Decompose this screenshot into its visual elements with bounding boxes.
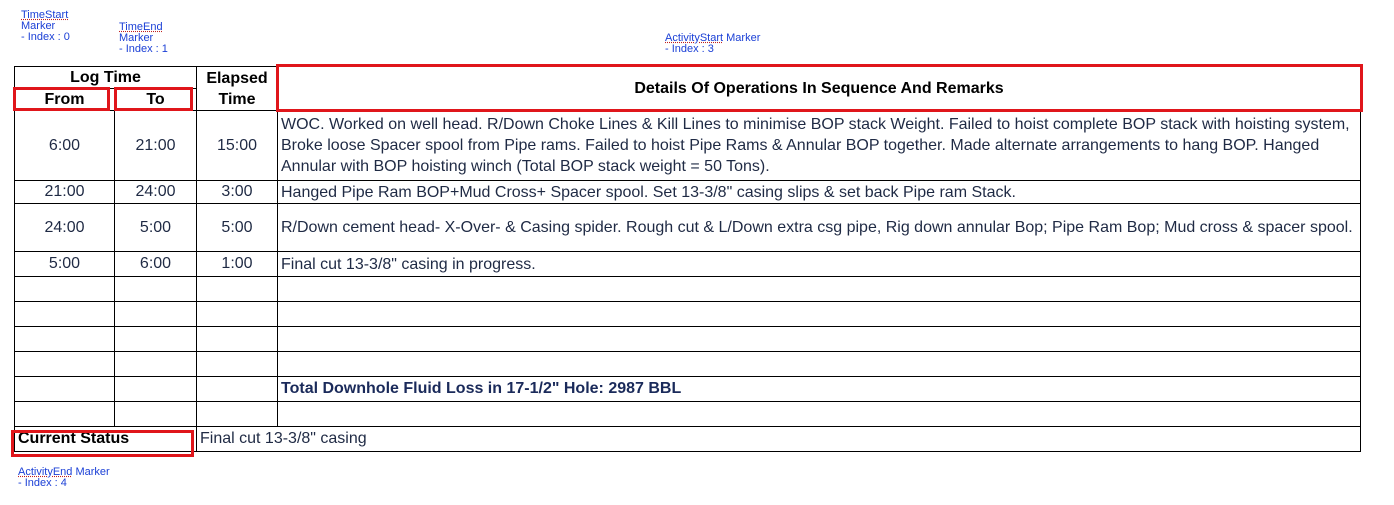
- current-status-row: Current Status Final cut 13-3/8" casing: [14, 426, 1361, 452]
- details-header: Details Of Operations In Sequence And Re…: [277, 66, 1361, 111]
- remarks-cell: R/Down cement head- X-Over- & Casing spi…: [277, 203, 1361, 252]
- to-header: To: [114, 88, 197, 111]
- from-cell: 21:00: [14, 180, 115, 204]
- time-start-marker: TimeStart Marker - Index : 0: [21, 10, 70, 43]
- marker-index: - Index : 0: [21, 31, 70, 43]
- to-cell: 21:00: [114, 110, 197, 181]
- table-row: 5:00 6:00 1:00 Final cut 13-3/8" casing …: [14, 251, 1361, 277]
- elapsed-cell: 15:00: [196, 110, 278, 181]
- from-cell: 6:00: [14, 110, 115, 181]
- table-row: 6:00 21:00 15:00 WOC. Worked on well hea…: [14, 110, 1361, 181]
- empty-row: [14, 401, 1361, 427]
- elapsed-time-header: Elapsed Time: [196, 66, 278, 111]
- from-header: From: [14, 88, 115, 111]
- to-cell: 24:00: [114, 180, 197, 204]
- from-cell: 5:00: [14, 251, 115, 277]
- remarks-cell: Hanged Pipe Ram BOP+Mud Cross+ Spacer sp…: [277, 180, 1361, 204]
- table-row: 21:00 24:00 3:00 Hanged Pipe Ram BOP+Mud…: [14, 180, 1361, 204]
- marker-index: - Index : 3: [665, 43, 714, 55]
- marker-index: - Index : 4: [18, 477, 67, 489]
- fluid-loss-row: Total Downhole Fluid Loss in 17-1/2" Hol…: [14, 376, 1361, 402]
- marker-label: Marker: [723, 32, 761, 44]
- empty-row: [14, 276, 1361, 302]
- to-cell: 6:00: [114, 251, 197, 277]
- to-cell: 5:00: [114, 203, 197, 252]
- activity-end-marker: ActivityEnd Marker - Index : 4: [18, 467, 110, 489]
- empty-row: [14, 301, 1361, 327]
- from-cell: 24:00: [14, 203, 115, 252]
- activity-start-marker: ActivityStart Marker - Index : 3: [665, 33, 760, 55]
- elapsed-label: Elapsed: [206, 69, 268, 87]
- empty-row: [14, 326, 1361, 352]
- empty-row: [14, 351, 1361, 377]
- operations-log-table: Log Time Elapsed Time Details Of Operati…: [14, 66, 1361, 452]
- log-time-header: Log Time: [14, 66, 197, 89]
- elapsed-cell: 5:00: [196, 203, 278, 252]
- remarks-cell: WOC. Worked on well head. R/Down Choke L…: [277, 110, 1361, 181]
- elapsed-cell: 1:00: [196, 251, 278, 277]
- current-status-label: Current Status: [14, 426, 197, 452]
- marker-index: - Index : 1: [119, 43, 168, 55]
- remarks-cell: Final cut 13-3/8" casing in progress.: [277, 251, 1361, 277]
- time-label: Time: [218, 90, 256, 108]
- fluid-loss-text: Total Downhole Fluid Loss in 17-1/2" Hol…: [277, 376, 1361, 402]
- current-status-value: Final cut 13-3/8" casing: [196, 426, 1361, 452]
- marker-label: Marker: [72, 466, 110, 478]
- table-row: 24:00 5:00 5:00 R/Down cement head- X-Ov…: [14, 203, 1361, 252]
- time-end-marker: TimeEnd Marker - Index : 1: [119, 22, 168, 55]
- elapsed-cell: 3:00: [196, 180, 278, 204]
